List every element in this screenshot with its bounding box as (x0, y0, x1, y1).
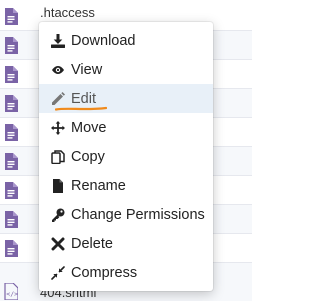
file-icon (4, 182, 18, 199)
copy-icon (51, 149, 65, 164)
file-icon (4, 37, 18, 54)
svg-text:</>: </> (6, 290, 18, 298)
file-context-menu: Download View Edit Move Copy Rename Chan… (39, 22, 213, 291)
menu-item-label: Rename (71, 177, 126, 194)
html-file-icon: </> (4, 283, 18, 300)
menu-item-label: Compress (71, 264, 138, 281)
menu-item-delete[interactable]: Delete (39, 229, 213, 258)
file-icon (4, 8, 18, 25)
menu-item-edit[interactable]: Edit (39, 84, 213, 113)
menu-item-view[interactable]: View (39, 55, 213, 84)
pencil-icon (51, 91, 65, 106)
menu-item-label: Change Permissions (71, 206, 205, 223)
file-icon (4, 95, 18, 112)
menu-item-compress[interactable]: Compress (39, 258, 213, 287)
compress-icon (51, 265, 65, 280)
key-icon (51, 208, 65, 222)
file-name: .htaccess (40, 5, 95, 20)
file-icon (4, 66, 18, 83)
menu-item-label: View (71, 61, 103, 78)
file-icon (4, 124, 18, 141)
menu-item-label: Move (71, 119, 107, 136)
download-icon (51, 33, 65, 48)
menu-item-move[interactable]: Move (39, 113, 213, 142)
file-icon (4, 211, 18, 228)
menu-item-label: Download (71, 32, 136, 49)
menu-item-label: Copy (71, 148, 105, 165)
menu-item-label: Delete (71, 235, 113, 252)
file-icon (51, 178, 65, 193)
menu-item-label: Edit (71, 90, 96, 107)
menu-item-rename[interactable]: Rename (39, 171, 213, 200)
menu-item-download[interactable]: Download (39, 26, 213, 55)
file-icon (4, 153, 18, 170)
menu-item-change-permissions[interactable]: Change Permissions (39, 200, 213, 229)
eye-icon (51, 63, 65, 77)
menu-item-copy[interactable]: Copy (39, 142, 213, 171)
file-icon (4, 240, 18, 257)
x-icon (51, 237, 65, 251)
move-arrows-icon (51, 120, 65, 135)
